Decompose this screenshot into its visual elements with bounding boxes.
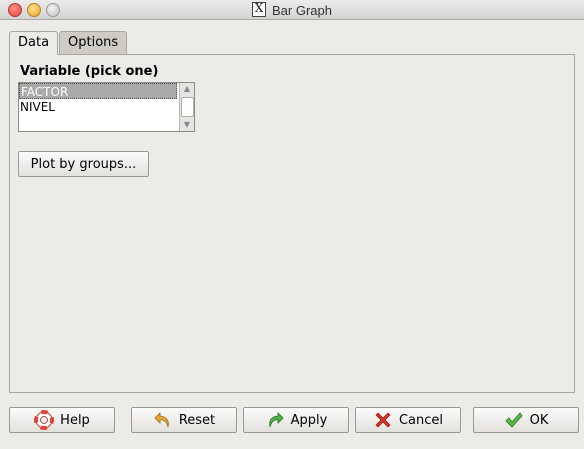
help-button[interactable]: Help xyxy=(9,407,115,433)
green-check-icon xyxy=(505,412,523,428)
reset-button[interactable]: Reset xyxy=(131,407,237,433)
ok-label: OK xyxy=(529,412,549,428)
window-title: Bar Graph xyxy=(272,3,332,18)
lifebuoy-icon xyxy=(34,410,55,430)
list-item-factor[interactable]: FACTOR xyxy=(19,83,177,99)
data-tab-panel: Variable (pick one) FACTOR NIVEL ▲ ▼ Plo… xyxy=(9,54,575,393)
scrollbar-thumb[interactable] xyxy=(181,97,194,117)
plot-by-groups-label: Plot by groups... xyxy=(30,156,137,172)
listbox-scrollbar[interactable]: ▲ ▼ xyxy=(179,83,194,131)
cancel-label: Cancel xyxy=(398,412,444,428)
reset-label: Reset xyxy=(178,412,216,428)
apply-label: Apply xyxy=(290,412,328,428)
apply-button[interactable]: Apply xyxy=(243,407,349,433)
cancel-button[interactable]: Cancel xyxy=(355,407,461,433)
scroll-down-arrow-icon[interactable]: ▼ xyxy=(180,119,194,131)
window-title-container: Bar Graph xyxy=(0,1,584,18)
tab-data[interactable]: Data xyxy=(9,31,59,55)
x11-app-icon xyxy=(252,1,266,17)
list-item-nivel[interactable]: NIVEL xyxy=(19,99,178,115)
scroll-up-arrow-icon[interactable]: ▲ xyxy=(180,83,194,95)
redo-arrow-icon xyxy=(268,412,284,428)
variable-label: Variable (pick one) xyxy=(20,64,159,79)
red-x-icon xyxy=(375,412,391,428)
variable-listbox[interactable]: FACTOR NIVEL ▲ ▼ xyxy=(18,82,195,132)
title-bar: Bar Graph xyxy=(0,0,584,20)
tab-options[interactable]: Options xyxy=(59,31,128,54)
help-label: Help xyxy=(60,412,90,428)
plot-by-groups-button[interactable]: Plot by groups... xyxy=(18,151,149,177)
ok-button[interactable]: OK xyxy=(473,407,579,433)
undo-arrow-icon xyxy=(154,412,169,428)
